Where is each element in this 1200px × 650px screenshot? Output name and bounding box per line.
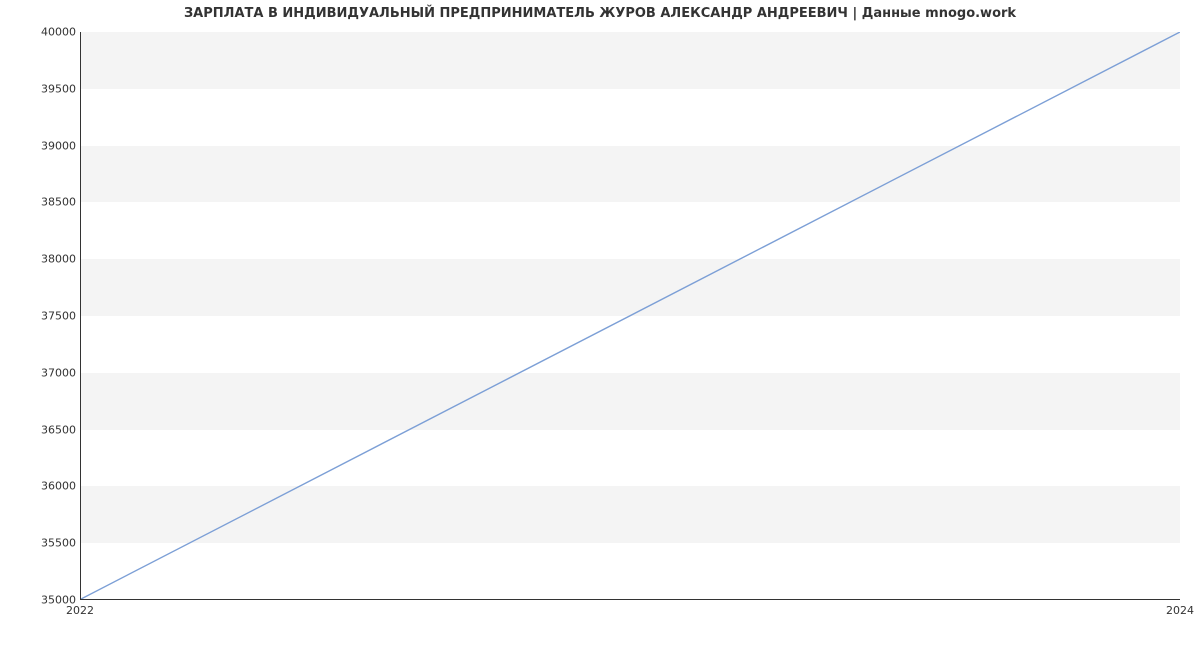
- data-line: [81, 32, 1180, 599]
- y-tick-label: 36500: [16, 423, 76, 436]
- y-tick-label: 40000: [16, 26, 76, 39]
- y-tick-label: 37500: [16, 310, 76, 323]
- chart-container: ЗАРПЛАТА В ИНДИВИДУАЛЬНЫЙ ПРЕДПРИНИМАТЕЛ…: [0, 0, 1200, 650]
- y-tick-label: 36000: [16, 480, 76, 493]
- chart-title: ЗАРПЛАТА В ИНДИВИДУАЛЬНЫЙ ПРЕДПРИНИМАТЕЛ…: [0, 6, 1200, 21]
- y-tick-label: 39500: [16, 82, 76, 95]
- x-tick-label: 2024: [1166, 604, 1194, 617]
- x-tick-label: 2022: [66, 604, 94, 617]
- y-tick-label: 38500: [16, 196, 76, 209]
- plot-area: [80, 32, 1180, 600]
- y-tick-label: 38000: [16, 253, 76, 266]
- y-tick-label: 37000: [16, 366, 76, 379]
- y-tick-label: 39000: [16, 139, 76, 152]
- y-tick-label: 35500: [16, 537, 76, 550]
